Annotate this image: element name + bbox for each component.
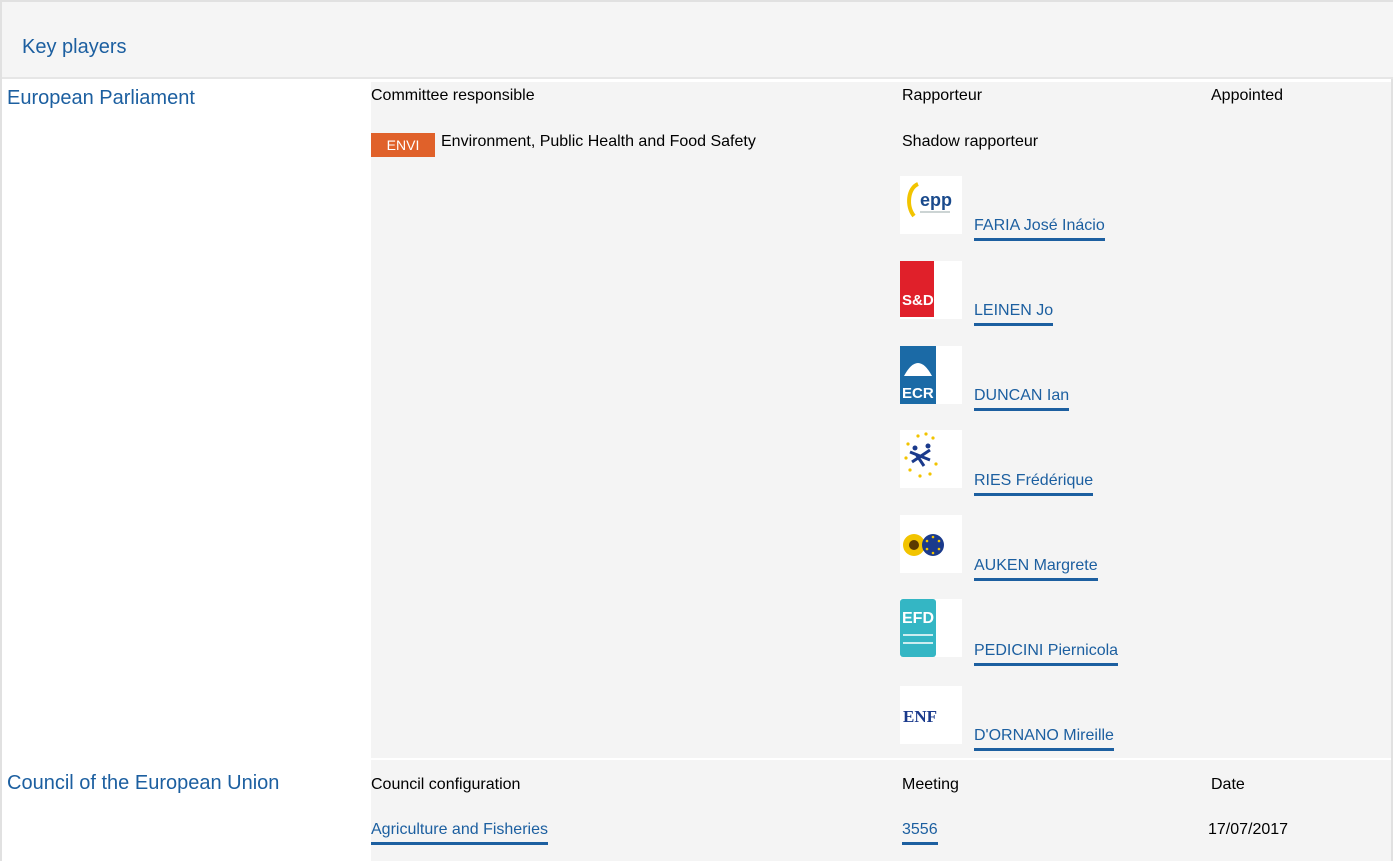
date-column-header: Date — [1211, 776, 1245, 793]
council-config-link[interactable]: Agriculture and Fisheries — [371, 821, 548, 845]
committee-badge: ENVI — [371, 133, 435, 157]
svg-text:epp: epp — [920, 190, 952, 210]
alde-logo-icon — [900, 430, 962, 488]
epp-logo-icon: epp — [900, 176, 962, 234]
council-label: Council of the European Union — [7, 772, 280, 794]
shadow-rapporteur-link[interactable]: DUNCAN Ian — [974, 387, 1070, 411]
rapporteur-column-header: Rapporteur — [902, 87, 983, 104]
committee-column-header: Committee responsible — [371, 87, 535, 104]
efdd-logo-icon: EFD — [900, 599, 962, 657]
shadow-rapporteur-link[interactable]: LEINEN Jo — [974, 302, 1054, 326]
committee-name: Environment, Public Health and Food Safe… — [441, 133, 756, 150]
shadow-rapporteur-link[interactable]: D'ORNANO Mireille — [974, 727, 1114, 751]
meeting-number-link[interactable]: 3556 — [902, 821, 938, 845]
appointed-column-header: Appointed — [1211, 87, 1284, 104]
panel-title: Key players — [22, 36, 127, 58]
shadow-rapporteur-label: Shadow rapporteur — [902, 133, 1039, 150]
svg-text:EFD: EFD — [902, 610, 934, 627]
shadow-rapporteur-link[interactable]: RIES Frédérique — [974, 472, 1094, 496]
shadow-rapporteur-link[interactable]: FARIA José Inácio — [974, 217, 1105, 241]
meeting-column-header: Meeting — [902, 776, 959, 793]
greens-efa-logo-icon — [900, 515, 962, 573]
svg-text:ECR: ECR — [902, 385, 934, 402]
panel-header: Key players — [2, 2, 1393, 79]
enf-logo-icon: ENF — [900, 686, 962, 744]
shadow-rapporteur-link[interactable]: PEDICINI Piernicola — [974, 642, 1119, 666]
meeting-date: 17/07/2017 — [1208, 821, 1289, 838]
ecr-logo-icon: ECR — [900, 346, 962, 404]
sd-logo-icon: S&D — [900, 261, 962, 319]
svg-text:S&D: S&D — [902, 292, 934, 309]
parliament-content — [371, 82, 1391, 758]
parliament-label: European Parliament — [7, 87, 195, 109]
council-config-column-header: Council configuration — [371, 776, 521, 793]
shadow-rapporteur-link[interactable]: AUKEN Margrete — [974, 557, 1098, 581]
svg-text:ENF: ENF — [903, 707, 937, 726]
